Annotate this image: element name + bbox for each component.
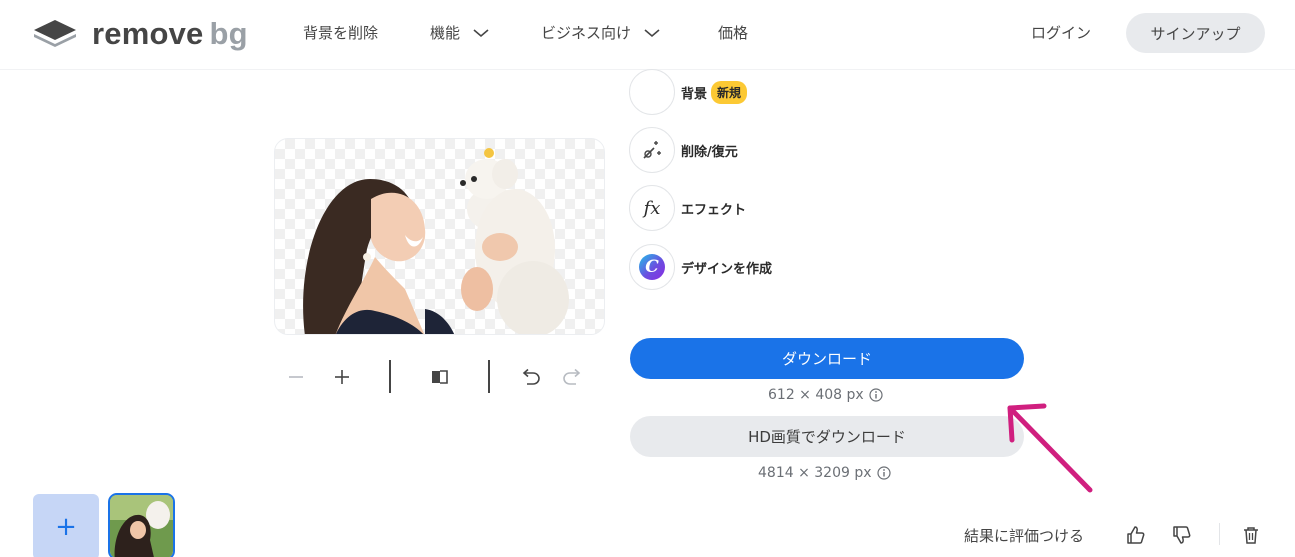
background-tool-label: 背景 <box>681 86 708 102</box>
download-size-text: 612 × 408 px <box>768 387 864 403</box>
redo-button[interactable] <box>557 362 589 392</box>
thumbs-down-icon <box>1173 526 1191 544</box>
hd-download-button[interactable]: HD画質でダウンロード <box>630 416 1024 457</box>
result-image-preview[interactable] <box>274 138 605 335</box>
login-link[interactable]: ログイン <box>1031 22 1091 43</box>
erase-restore-label: 削除/復元 <box>681 144 738 160</box>
fx-icon-text: fx <box>643 197 661 219</box>
undo-button[interactable] <box>514 362 546 392</box>
fx-icon: fx <box>629 185 675 231</box>
image-thumbnail[interactable] <box>108 493 175 557</box>
thumbs-up-button[interactable] <box>1123 522 1149 548</box>
undo-icon <box>522 368 540 385</box>
nav-remove-background-label: 背景を削除 <box>303 24 379 42</box>
nav-pricing[interactable]: 価格 <box>718 22 748 43</box>
create-design-label: デザインを作成 <box>681 261 773 277</box>
rate-result-label: 結果に評価つける <box>964 527 1085 545</box>
annotation-arrow-icon <box>1007 403 1093 493</box>
nav-business-label: ビジネス向け <box>541 24 632 42</box>
plus-icon: + <box>55 512 77 542</box>
zoom-out-icon <box>289 376 303 378</box>
thumbs-up-icon <box>1127 526 1145 544</box>
chevron-down-icon <box>644 28 660 37</box>
nav-business-dropdown[interactable]: ビジネス向け <box>541 22 661 43</box>
delete-button[interactable] <box>1238 522 1264 548</box>
info-icon[interactable] <box>876 466 891 480</box>
canva-icon: C <box>629 244 675 290</box>
new-badge: 新規 <box>711 80 748 104</box>
hd-size-text: 4814 × 3209 px <box>758 465 872 481</box>
compare-button[interactable] <box>424 362 456 392</box>
magic-brush-icon <box>629 127 675 173</box>
erase-restore-tool[interactable]: 削除/復元 <box>629 127 738 173</box>
add-image-button[interactable]: + <box>33 494 99 557</box>
zoom-in-button[interactable] <box>326 362 358 392</box>
zoom-in-icon <box>335 370 349 384</box>
info-icon[interactable] <box>869 388 883 402</box>
logo-stack-icon <box>34 20 76 47</box>
signup-button[interactable]: サインアップ <box>1126 13 1265 53</box>
redo-icon <box>563 368 581 385</box>
nav-features-label: 機能 <box>430 24 461 42</box>
removebg-logo[interactable]: remove bg <box>32 16 248 50</box>
logo-text: remove bg <box>92 15 248 51</box>
toolbar-divider <box>488 360 490 393</box>
footer-divider <box>1219 523 1220 545</box>
download-size-info: 612 × 408 px <box>768 387 883 403</box>
background-tool-icon <box>629 69 675 115</box>
thumbnail-image <box>110 495 173 557</box>
woman-with-dog-image <box>303 148 569 334</box>
top-navigation-bar: remove bg 背景を削除 機能 ビジネス向け 価格 ログイン サインアップ <box>0 0 1295 70</box>
download-button[interactable]: ダウンロード <box>630 338 1024 379</box>
hd-size-info: 4814 × 3209 px <box>758 465 891 481</box>
effects-label: エフェクト <box>681 202 747 218</box>
nav-features-dropdown[interactable]: 機能 <box>430 22 490 43</box>
compare-icon <box>432 370 448 384</box>
toolbar-divider <box>389 360 391 393</box>
create-design-tool[interactable]: C デザインを作成 <box>629 244 772 290</box>
effects-tool[interactable]: fx エフェクト <box>629 185 746 231</box>
nav-pricing-label: 価格 <box>718 24 749 42</box>
zoom-out-button[interactable] <box>280 362 312 392</box>
trash-icon <box>1244 527 1258 544</box>
canva-icon-text: C <box>645 256 659 277</box>
background-tool[interactable]: 背景 新規 <box>629 69 748 115</box>
thumbs-down-button[interactable] <box>1169 522 1195 548</box>
chevron-down-icon <box>473 28 489 37</box>
nav-remove-background[interactable]: 背景を削除 <box>303 22 378 43</box>
